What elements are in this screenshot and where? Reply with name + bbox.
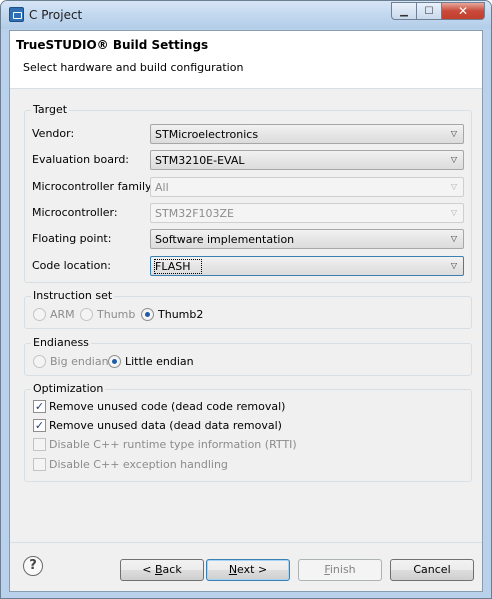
finish-button: Finish [298,559,382,581]
checkbox [33,458,46,471]
target-group-label: Target [31,103,70,116]
page-description: Select hardware and build configuration [23,61,244,74]
floating-point-row: Floating point: Software implementation … [32,229,472,249]
help-icon[interactable]: ? [23,556,43,576]
radio-button [33,355,46,368]
footer-separator [10,542,482,543]
radio-little-endian-label[interactable]: Little endian [125,355,194,368]
checkbox-remove-unused-data[interactable]: ✓ Remove unused data (dead data removal) [33,419,282,432]
wizard-header: TrueSTUDIO® Build Settings Select hardwa… [10,31,482,89]
back-label-rest: ack [162,563,182,576]
target-group: Target Vendor: STMicroelectronics ▽ Eval… [24,103,472,283]
checkbox-remove-unused-code-label[interactable]: Remove unused code (dead code removal) [49,400,285,413]
radio-button[interactable] [108,355,121,368]
evaluation-board-label: Evaluation board: [32,153,130,166]
radio-little-endian[interactable]: Little endian [108,355,194,368]
radio-thumb: Thumb [80,308,135,321]
microcontroller-value: STM32F103ZE [155,207,234,220]
radio-button [80,308,93,321]
vendor-value: STMicroelectronics [155,128,259,141]
code-location-value: FLASH [154,259,202,274]
radio-thumb2[interactable]: Thumb2 [141,308,203,321]
chevron-down-icon: ▽ [450,155,458,164]
back-prefix: < [142,563,155,576]
checkbox-disable-exceptions: Disable C++ exception handling [33,458,228,471]
c-project-window: C Project ▁ ☐ ✕ TrueSTUDIO® Build Settin… [0,0,492,599]
title-bar[interactable]: C Project ▁ ☐ ✕ [1,1,491,29]
finish-label-rest: inish [329,563,356,576]
radio-button [33,308,46,321]
microcontroller-label: Microcontroller: [32,206,118,219]
floating-point-select[interactable]: Software implementation ▽ [150,229,464,249]
back-button[interactable]: < Back [120,559,204,581]
vendor-select[interactable]: STMicroelectronics ▽ [150,124,464,144]
instruction-set-group: Instruction set ARM Thumb Thumb2 [24,289,472,329]
next-button[interactable]: Next > [206,559,290,581]
radio-thumb2-label[interactable]: Thumb2 [158,308,203,321]
microcontroller-family-label: Microcontroller family: [32,180,155,193]
floating-point-label: Floating point: [32,232,112,245]
code-location-select[interactable]: FLASH ▽ [150,256,464,276]
dialog-client: TrueSTUDIO® Build Settings Select hardwa… [9,30,483,592]
code-location-row: Code location: FLASH ▽ [32,256,472,276]
radio-big-endian-label: Big endian [50,355,109,368]
radio-button[interactable] [141,308,154,321]
next-label-rest: ext > [237,563,268,576]
checkbox[interactable]: ✓ [33,419,46,432]
radio-big-endian: Big endian [33,355,109,368]
microcontroller-select: STM32F103ZE ▽ [150,203,464,223]
code-location-label: Code location: [32,259,112,272]
checkbox-remove-unused-data-label[interactable]: Remove unused data (dead data removal) [49,419,282,432]
checkbox-disable-rtti: Disable C++ runtime type information (RT… [33,438,297,451]
optimization-label: Optimization [31,382,106,395]
next-mnemonic: N [228,563,238,576]
chevron-down-icon: ▽ [450,261,458,270]
optimization-group: Optimization ✓ Remove unused code (dead … [24,382,472,482]
back-mnemonic: B [155,563,163,576]
checkbox[interactable]: ✓ [33,400,46,413]
minimize-button[interactable]: ▁ [391,2,417,20]
microcontroller-row: Microcontroller: STM32F103ZE ▽ [32,203,472,223]
chevron-down-icon: ▽ [450,129,458,138]
app-icon [9,7,24,22]
endianess-label: Endianess [31,336,91,349]
evaluation-board-value: STM3210E-EVAL [155,154,245,167]
close-button[interactable]: ✕ [441,2,485,20]
radio-arm-label: ARM [50,308,75,321]
floating-point-value: Software implementation [155,233,295,246]
vendor-label: Vendor: [32,127,75,140]
evaluation-board-select[interactable]: STM3210E-EVAL ▽ [150,150,464,170]
window-title: C Project [29,8,83,22]
checkbox [33,438,46,451]
microcontroller-family-row: Microcontroller family: All ▽ [32,177,472,197]
microcontroller-family-value: All [155,181,169,194]
microcontroller-family-select: All ▽ [150,177,464,197]
chevron-down-icon: ▽ [450,208,458,217]
page-title: TrueSTUDIO® Build Settings [16,38,209,52]
radio-arm: ARM [33,308,75,321]
checkbox-remove-unused-code[interactable]: ✓ Remove unused code (dead code removal) [33,400,285,413]
cancel-button[interactable]: Cancel [390,559,474,581]
window-controls: ▁ ☐ ✕ [391,2,485,20]
evaluation-board-row: Evaluation board: STM3210E-EVAL ▽ [32,150,472,170]
maximize-button[interactable]: ☐ [416,2,442,20]
endianess-group: Endianess Big endian Little endian [24,336,472,376]
instruction-set-label: Instruction set [31,289,115,302]
checkbox-disable-rtti-label: Disable C++ runtime type information (RT… [49,438,297,451]
radio-thumb-label: Thumb [97,308,136,321]
chevron-down-icon: ▽ [450,182,458,191]
vendor-row: Vendor: STMicroelectronics ▽ [32,124,472,144]
checkbox-disable-exceptions-label: Disable C++ exception handling [49,458,228,471]
chevron-down-icon: ▽ [450,234,458,243]
